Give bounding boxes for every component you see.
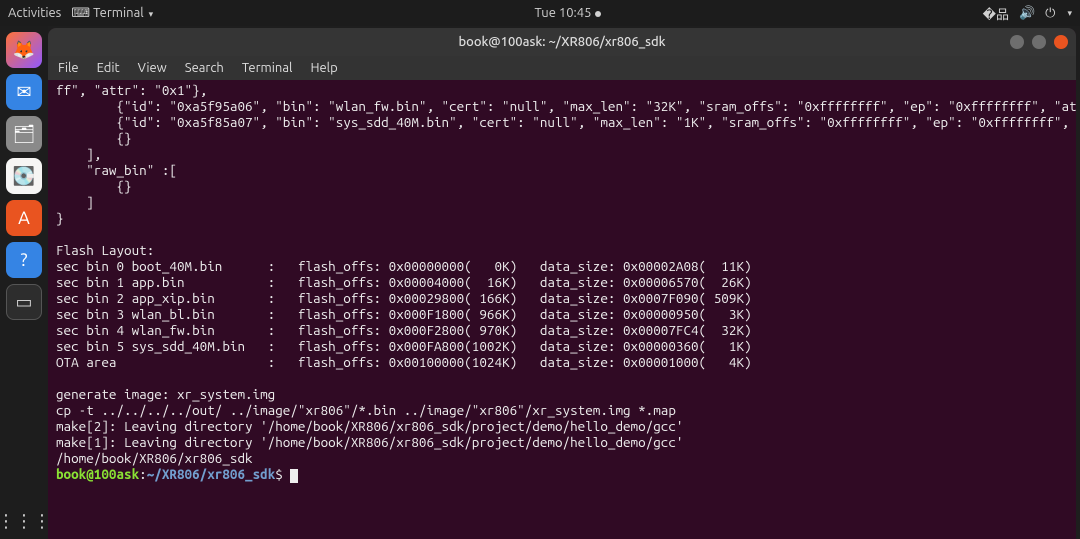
prompt-end: $: [275, 466, 290, 482]
dock-app-files[interactable]: 🗂: [6, 116, 42, 152]
app-indicator[interactable]: ⌨ Terminal ▾: [71, 6, 153, 21]
network-icon[interactable]: �品: [983, 4, 1009, 23]
activities-button[interactable]: Activities: [8, 6, 61, 20]
term-cp-line: cp -t ../../../../out/ ../image/"xr806"/…: [56, 402, 676, 418]
terminal-icon: ⌨: [71, 6, 90, 20]
window-minimize-button[interactable]: [1010, 35, 1024, 49]
app-indicator-label: Terminal: [93, 6, 144, 20]
terminal-viewport[interactable]: ff", "attr": "0x1"}, {"id": "0xa5f95a06"…: [48, 80, 1076, 539]
term-pwd: /home/book/XR806/xr806_sdk: [56, 450, 253, 466]
term-flash-row: OTA area : flash_offs: 0x00100000(1024K)…: [56, 354, 752, 370]
clock-label: Tue 10:45: [534, 6, 591, 20]
menu-terminal[interactable]: Terminal: [242, 61, 293, 75]
term-flash-row: sec bin 3 wlan_bl.bin : flash_offs: 0x00…: [56, 306, 752, 322]
prompt-path: ~/XR806/xr806_sdk: [147, 466, 276, 482]
dock-app-help[interactable]: ?: [6, 242, 42, 278]
cursor-icon: [290, 469, 298, 483]
menu-view[interactable]: View: [138, 61, 167, 75]
menu-edit[interactable]: Edit: [97, 61, 120, 75]
dock-app-firefox[interactable]: 🦊: [6, 32, 42, 68]
term-flash-row: sec bin 2 app_xip.bin : flash_offs: 0x00…: [56, 290, 752, 306]
term-flash-row: sec bin 0 boot_40M.bin : flash_offs: 0x0…: [56, 258, 752, 274]
window-close-button[interactable]: [1054, 35, 1068, 49]
terminal-menubar: File Edit View Search Terminal Help: [48, 56, 1076, 80]
gnome-topbar: Activities ⌨ Terminal ▾ Tue 10:45 �品 🔊 ⏻…: [0, 0, 1080, 26]
prompt-user: book@100ask: [56, 466, 139, 482]
term-flash-row: sec bin 5 sys_sdd_40M.bin : flash_offs: …: [56, 338, 752, 354]
term-flash-header: Flash Layout:: [56, 242, 154, 258]
dock-show-apps[interactable]: ⋮⋮⋮: [6, 503, 42, 539]
term-flash-row: sec bin 4 wlan_fw.bin : flash_offs: 0x00…: [56, 322, 752, 338]
menu-help[interactable]: Help: [310, 61, 337, 75]
dock-app-disks[interactable]: 💽: [6, 158, 42, 194]
power-icon[interactable]: ⏻: [1045, 6, 1055, 21]
volume-icon[interactable]: 🔊: [1019, 6, 1035, 21]
menu-file[interactable]: File: [58, 61, 79, 75]
notification-dot-icon: [595, 11, 601, 17]
term-make1: make[1]: Leaving directory '/home/book/X…: [56, 434, 683, 450]
window-maximize-button[interactable]: [1032, 35, 1046, 49]
window-title: book@100ask: ~/XR806/xr806_sdk: [48, 35, 1076, 49]
terminal-window: book@100ask: ~/XR806/xr806_sdk File Edit…: [48, 28, 1076, 539]
dock-app-terminal[interactable]: ▭: [6, 284, 42, 320]
dock-app-software[interactable]: A: [6, 200, 42, 236]
prompt-sep: :: [139, 466, 147, 482]
dock-app-thunderbird[interactable]: ✉: [6, 74, 42, 110]
term-make2: make[2]: Leaving directory '/home/book/X…: [56, 418, 683, 434]
dock: 🦊 ✉ 🗂 💽 A ? ▭ ⋮⋮⋮: [0, 26, 48, 539]
system-menu-chevron-icon[interactable]: ▾: [1067, 8, 1072, 19]
menu-search[interactable]: Search: [185, 61, 224, 75]
window-titlebar[interactable]: book@100ask: ~/XR806/xr806_sdk: [48, 28, 1076, 56]
clock[interactable]: Tue 10:45: [153, 6, 982, 20]
term-json-tail: ff", "attr": "0x1"}, {"id": "0xa5f95a06"…: [56, 82, 1076, 226]
term-generate-image: generate image: xr_system.img: [56, 386, 275, 402]
term-flash-row: sec bin 1 app.bin : flash_offs: 0x000040…: [56, 274, 752, 290]
